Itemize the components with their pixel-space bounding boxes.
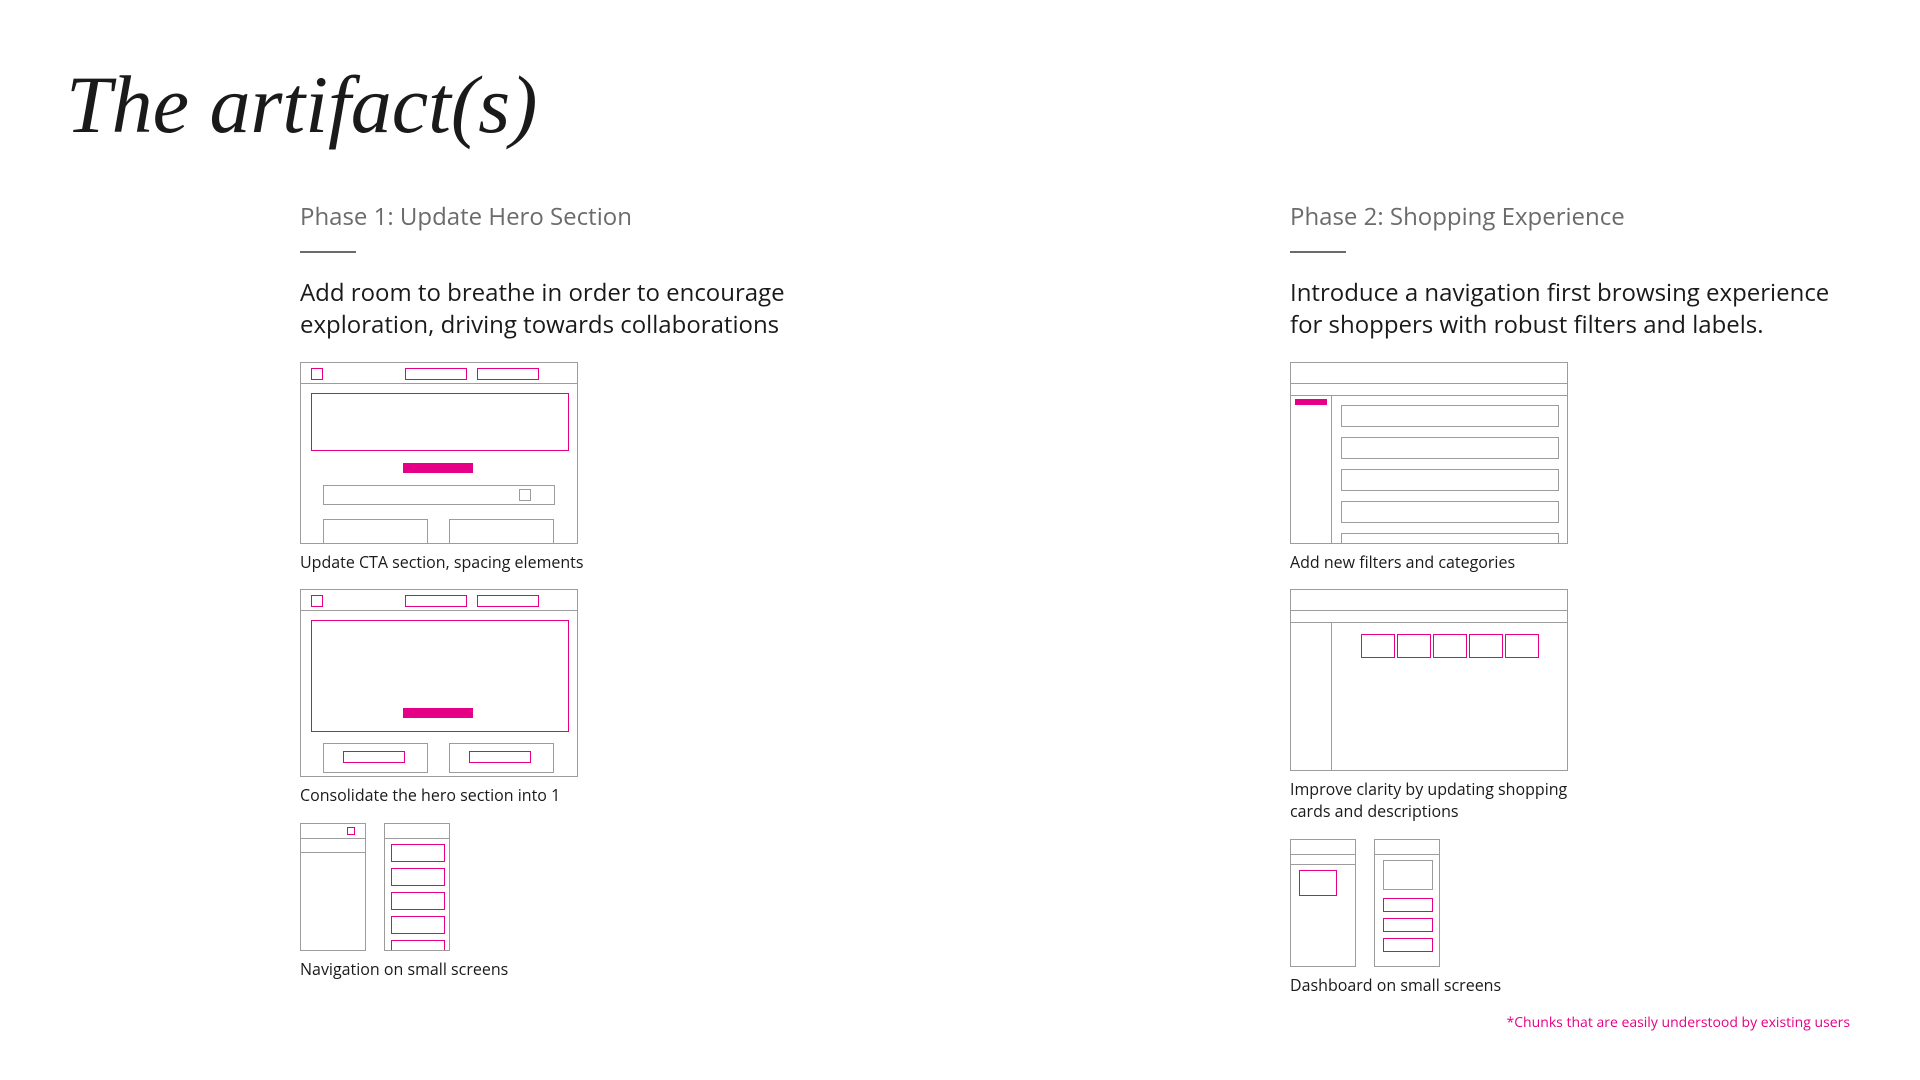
wireframe-p1-hero [300,589,578,777]
wireframe-p2-mobile-a [1290,839,1356,967]
wireframe-p2-mobile-b [1374,839,1440,967]
wireframe-p1-mobile-b [384,823,450,951]
footnote: *Chunks that are easily understood by ex… [1507,1013,1850,1032]
wireframe-p1-mobile-a [300,823,366,951]
caption-p1-wf2: Consolidate the hero section into 1 [300,785,600,807]
phase-1-column: Phase 1: Update Hero Section Add room to… [300,200,860,1012]
page-title: The artifact(s) [66,58,537,152]
phase-2-underline [1290,251,1346,253]
caption-p1-wf1: Update CTA section, spacing elements [300,552,600,574]
wireframe-p1-cta [300,362,578,544]
wireframe-p2-mobile-row [1290,839,1850,967]
phase-1-label: Phase 1: Update Hero Section [300,200,860,233]
wireframe-p2-filters [1290,362,1568,544]
wireframe-p2-cards [1290,589,1568,771]
wireframe-p1-mobile-row [300,823,860,951]
caption-p2-wf2: Improve clarity by updating shopping car… [1290,779,1590,822]
phase-2-label: Phase 2: Shopping Experience [1290,200,1850,233]
caption-p2-wf3: Dashboard on small screens [1290,975,1590,997]
phase-1-description: Add room to breathe in order to encourag… [300,277,840,342]
phase-1-underline [300,251,356,253]
phase-columns: Phase 1: Update Hero Section Add room to… [300,200,1850,1012]
phase-2-column: Phase 2: Shopping Experience Introduce a… [1290,200,1850,1012]
caption-p2-wf1: Add new filters and categories [1290,552,1590,574]
caption-p1-wf3: Navigation on small screens [300,959,600,981]
phase-2-description: Introduce a navigation first browsing ex… [1290,277,1830,342]
